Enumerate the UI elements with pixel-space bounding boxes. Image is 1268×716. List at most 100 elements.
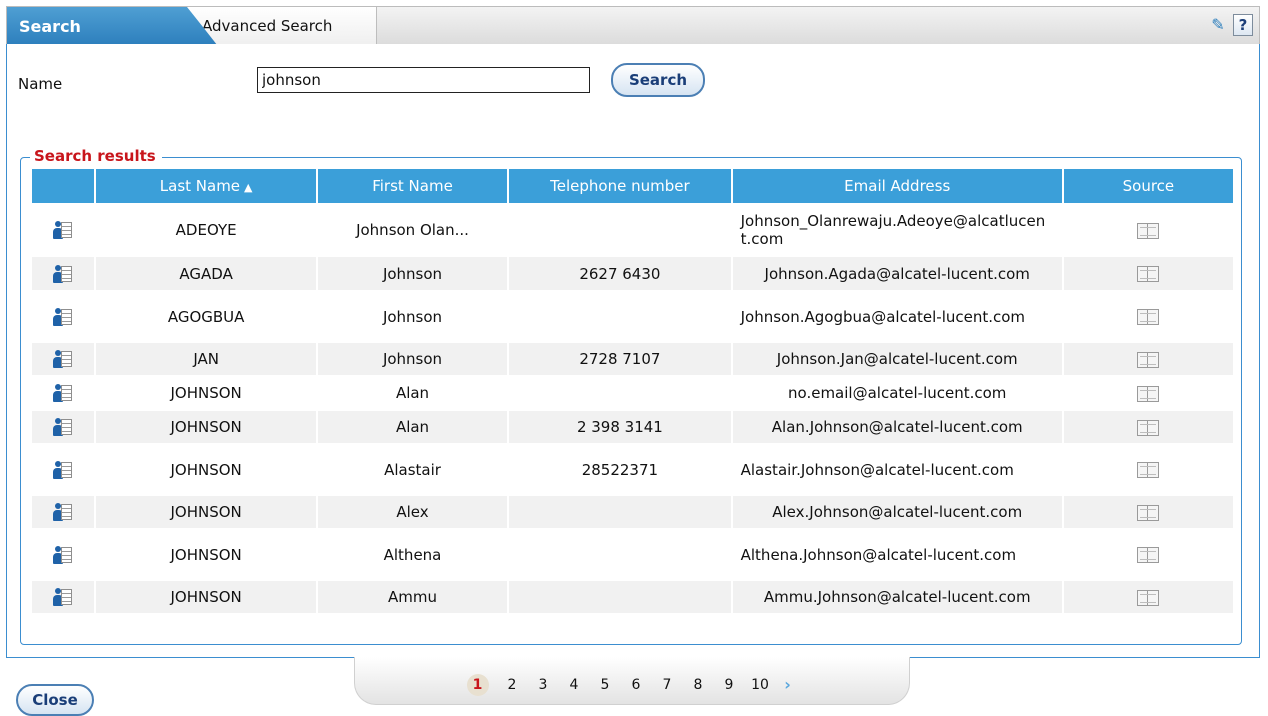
email-cell[interactable]: Ammu.Johnson@alcatel-lucent.com [732,581,1062,613]
email-cell[interactable]: Alastair.Johnson@alcatel-lucent.com [732,445,1062,494]
last-name-cell: ADEOYE [96,205,316,255]
page-link[interactable]: 7 [654,677,681,693]
contact-card-icon[interactable] [53,350,73,369]
header-email[interactable]: Email Address [732,169,1062,203]
page-link[interactable]: 9 [716,677,743,693]
header-source[interactable]: Source [1063,169,1233,203]
source-cell[interactable] [1063,445,1233,494]
contact-card-cell[interactable] [32,530,95,579]
table-row[interactable]: JOHNSON Alan no.email@alcatel-lucent.com [32,377,1233,409]
tab-advanced-search[interactable]: Advanced Search [187,7,377,45]
email-cell[interactable]: no.email@alcatel-lucent.com [732,377,1062,409]
telephone-cell[interactable]: 2 398 3141 [509,411,731,443]
search-button[interactable]: Search [611,63,705,97]
tab-bar: Search Advanced Search ✎ ? [6,6,1260,45]
telephone-cell[interactable] [509,205,731,255]
first-name-cell: Johnson Olan... [317,205,508,255]
page-current[interactable]: 1 [466,673,489,696]
source-cell[interactable] [1063,292,1233,341]
email-cell[interactable]: Johnson_Olanrewaju.Adeoye@alcatlucent.co… [732,205,1062,255]
tools-icon[interactable]: ✎ [1207,14,1229,36]
contact-card-icon[interactable] [53,264,73,283]
tab-tools: ✎ ? [1207,14,1253,36]
directory-source-icon[interactable] [1137,462,1160,478]
email-cell[interactable]: Johnson.Agogbua@alcatel-lucent.com [732,292,1062,341]
directory-source-icon[interactable] [1137,504,1160,521]
contact-card-cell[interactable] [32,445,95,494]
first-name-cell: Alex [317,496,508,528]
email-cell[interactable]: Johnson.Jan@alcatel-lucent.com [732,343,1062,375]
contact-card-icon[interactable] [53,588,73,607]
email-cell[interactable]: Alan.Johnson@alcatel-lucent.com [732,411,1062,443]
table-row[interactable]: ADEOYE Johnson Olan... Johnson_Olanrewaju.… [32,205,1233,255]
contact-card-cell[interactable] [32,343,95,375]
telephone-cell[interactable]: 28522371 [509,445,731,494]
telephone-cell[interactable] [509,530,731,579]
email-cell[interactable]: Alex.Johnson@alcatel-lucent.com [732,496,1062,528]
header-last-name[interactable]: Last Name ▲ [96,169,316,203]
contact-card-icon[interactable] [53,221,73,240]
contact-card-icon[interactable] [53,418,73,437]
close-button[interactable]: Close [16,684,94,716]
table-row[interactable]: JOHNSON Alex Alex.Johnson@alcatel-lucent.c… [32,496,1233,528]
email-cell[interactable]: Johnson.Agada@alcatel-lucent.com [732,257,1062,290]
page-link[interactable]: 4 [561,677,588,693]
source-cell[interactable] [1063,581,1233,613]
contact-card-icon[interactable] [53,307,73,326]
first-name-cell: Alan [317,411,508,443]
source-cell[interactable] [1063,411,1233,443]
email-cell[interactable]: Althena.Johnson@alcatel-lucent.com [732,530,1062,579]
contact-card-icon[interactable] [53,384,73,403]
contact-card-cell[interactable] [32,292,95,341]
table-row[interactable]: JOHNSON Althena Althena.Johnson@alcatel-lu… [32,530,1233,579]
table-row[interactable]: JOHNSON Alan 2 398 3141 Alan.Johnson@alcate… [32,411,1233,443]
page-link[interactable]: 3 [530,677,557,693]
directory-source-icon[interactable] [1137,547,1160,563]
source-cell[interactable] [1063,205,1233,255]
tab-search[interactable]: Search [7,7,217,45]
contact-card-cell[interactable] [32,205,95,255]
table-row[interactable]: AGADA Johnson 2627 6430 Johnson.Agada@alcat… [32,257,1233,290]
source-cell[interactable] [1063,530,1233,579]
header-first-name[interactable]: First Name [317,169,508,203]
page-link[interactable]: 8 [685,677,712,693]
contact-card-cell[interactable] [32,581,95,613]
page-link[interactable]: 10 [747,677,774,693]
directory-source-icon[interactable] [1137,385,1160,402]
contact-card-icon[interactable] [53,503,73,522]
header-telephone[interactable]: Telephone number [509,169,731,203]
table-row[interactable]: AGOGBUA Johnson Johnson.Agogbua@alcatel-lu… [32,292,1233,341]
table-row[interactable]: JOHNSON Alastair 28522371 Alastair.Johnson@… [32,445,1233,494]
directory-source-icon[interactable] [1137,589,1160,606]
contact-card-cell[interactable] [32,377,95,409]
page-link[interactable]: 5 [592,677,619,693]
contact-card-cell[interactable] [32,411,95,443]
directory-source-icon[interactable] [1137,351,1160,368]
next-page-icon[interactable]: › [778,675,798,694]
telephone-cell[interactable]: 2627 6430 [509,257,731,290]
directory-source-icon[interactable] [1137,309,1160,325]
source-cell[interactable] [1063,343,1233,375]
directory-source-icon[interactable] [1137,419,1160,436]
source-cell[interactable] [1063,377,1233,409]
page-link[interactable]: 6 [623,677,650,693]
telephone-cell[interactable] [509,377,731,409]
telephone-cell[interactable] [509,496,731,528]
table-row[interactable]: JOHNSON Ammu Ammu.Johnson@alcatel-lucent.c… [32,581,1233,613]
source-cell[interactable] [1063,496,1233,528]
telephone-cell[interactable] [509,581,731,613]
contact-card-icon[interactable] [53,460,73,479]
directory-source-icon[interactable] [1137,222,1160,239]
contact-card-cell[interactable] [32,496,95,528]
contact-card-icon[interactable] [53,545,73,564]
first-name-cell: Johnson [317,292,508,341]
directory-source-icon[interactable] [1137,266,1160,282]
source-cell[interactable] [1063,257,1233,290]
telephone-cell[interactable]: 2728 7107 [509,343,731,375]
contact-card-cell[interactable] [32,257,95,290]
table-row[interactable]: JAN Johnson 2728 7107 Johnson.Jan@alcatel-l… [32,343,1233,375]
help-icon[interactable]: ? [1233,14,1253,36]
telephone-cell[interactable] [509,292,731,341]
name-input[interactable] [257,67,590,93]
page-link[interactable]: 2 [499,677,526,693]
